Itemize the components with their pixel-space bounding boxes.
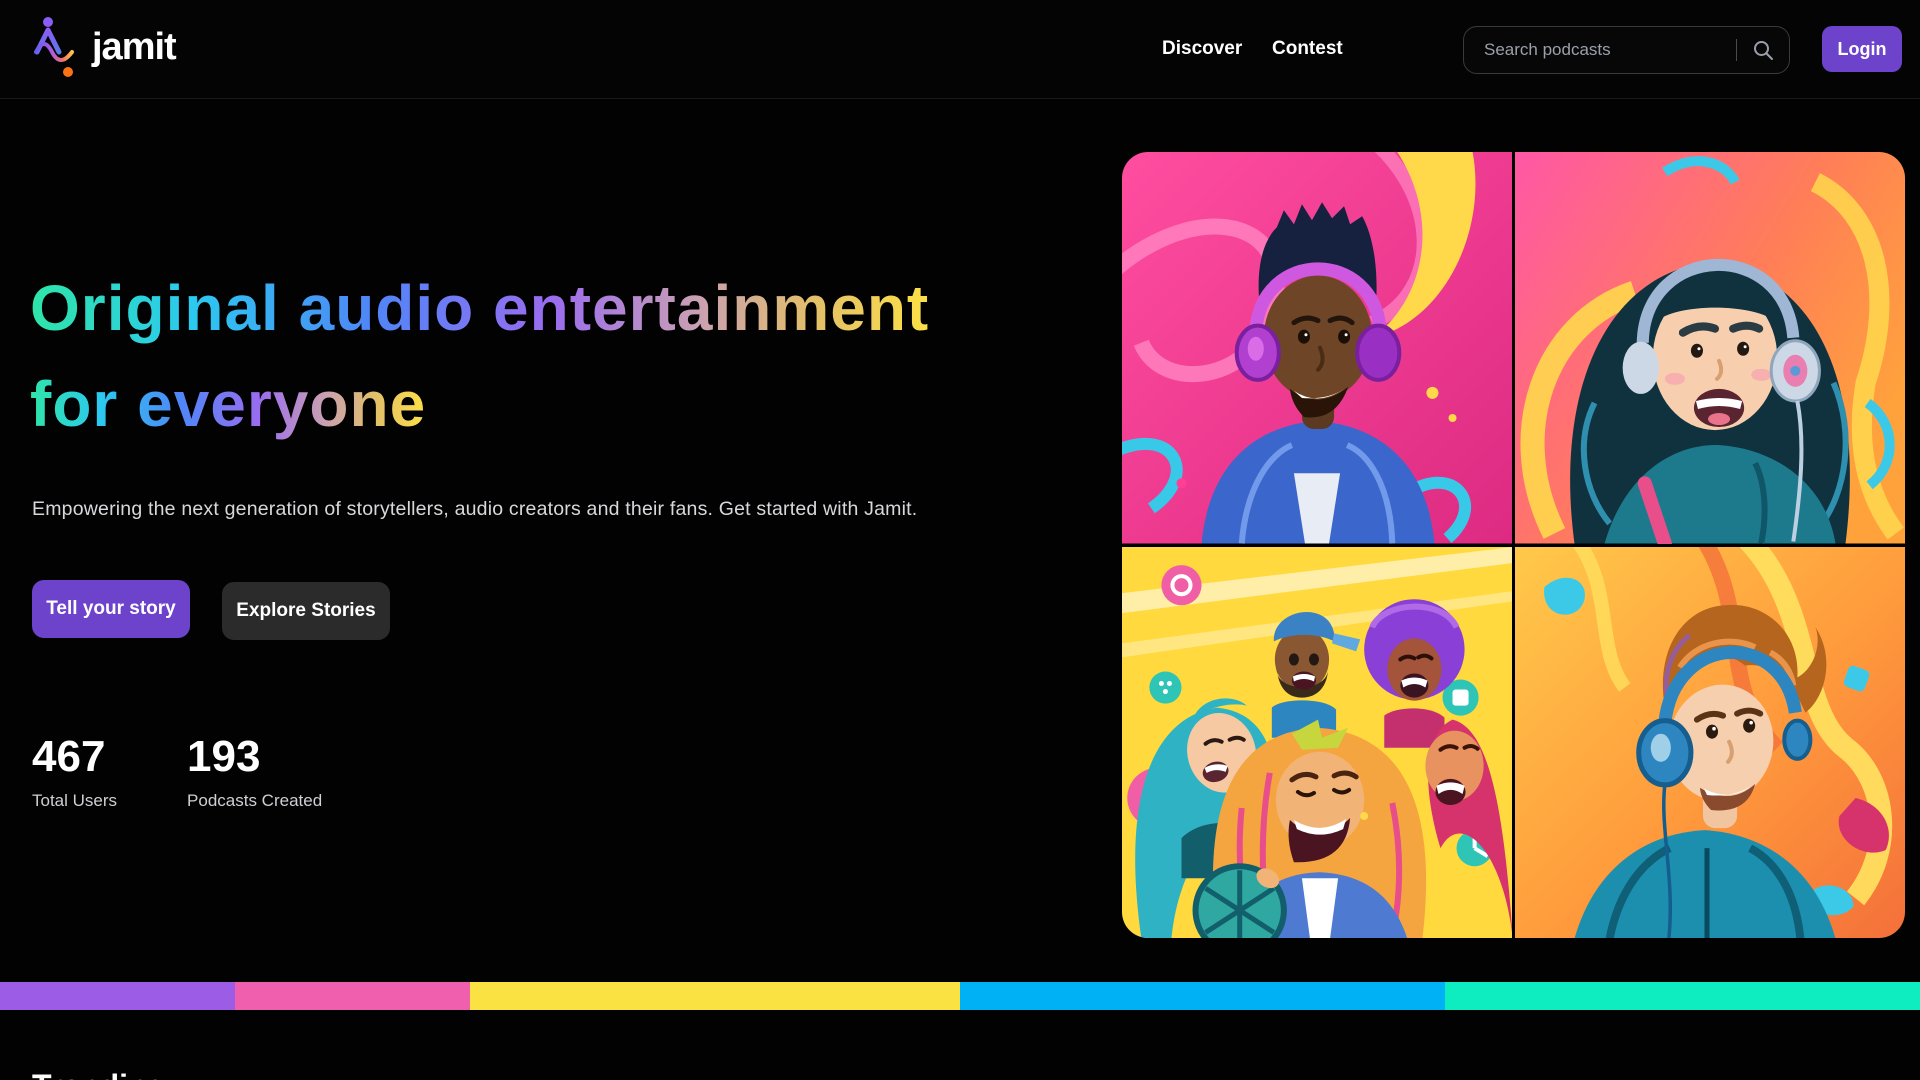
- headline-line-2: for everyone: [30, 356, 426, 452]
- hero-image-woman-pink-orange: [1515, 152, 1905, 544]
- stat-value: 193: [187, 732, 322, 782]
- stats-row: 467 Total Users 193 Podcasts Created: [32, 732, 322, 811]
- page: jamit Discover Contest Login Original au…: [0, 0, 1920, 1080]
- stat-podcasts-created: 193 Podcasts Created: [187, 732, 322, 811]
- hero-image-collage: B: [1122, 152, 1905, 938]
- jamit-logo-icon: [28, 14, 80, 80]
- stat-total-users: 467 Total Users: [32, 732, 117, 811]
- brand-logo[interactable]: jamit: [28, 14, 176, 80]
- headline-line-1: Original audio entertainment: [30, 260, 929, 356]
- search-bar: [1463, 26, 1790, 74]
- cta-button-row: Tell your story Explore Stories: [32, 580, 390, 640]
- top-navigation-bar: jamit Discover Contest Login: [0, 0, 1920, 99]
- nav-item-discover[interactable]: Discover: [1162, 0, 1242, 98]
- stripe-segment-pink: [235, 982, 470, 1010]
- stripe-segment-yellow: [470, 982, 960, 1010]
- stat-label: Podcasts Created: [187, 791, 322, 811]
- nav-item-contest[interactable]: Contest: [1272, 0, 1343, 98]
- search-input[interactable]: [1464, 27, 1736, 73]
- hero-image-man-orange: [1515, 547, 1905, 939]
- hero-subtitle: Empowering the next generation of storyt…: [32, 498, 917, 521]
- brand-name: jamit: [92, 26, 176, 69]
- hero-image-group-yellow: B: [1122, 547, 1512, 939]
- decorative-color-stripe: [0, 982, 1920, 1010]
- login-button[interactable]: Login: [1822, 26, 1902, 72]
- stripe-segment-blue: [960, 982, 1445, 1010]
- stripe-segment-purple: [0, 982, 235, 1010]
- stat-label: Total Users: [32, 791, 117, 811]
- tell-your-story-button[interactable]: Tell your story: [32, 580, 190, 638]
- hero-image-man-pink: [1122, 152, 1512, 544]
- search-icon[interactable]: [1737, 39, 1789, 61]
- explore-stories-button[interactable]: Explore Stories: [222, 582, 390, 640]
- stripe-segment-teal: [1445, 982, 1920, 1010]
- trending-section-heading: Trending: [32, 1068, 167, 1080]
- stat-value: 467: [32, 732, 117, 782]
- hero-headline: Original audio entertainment for everyon…: [30, 260, 929, 452]
